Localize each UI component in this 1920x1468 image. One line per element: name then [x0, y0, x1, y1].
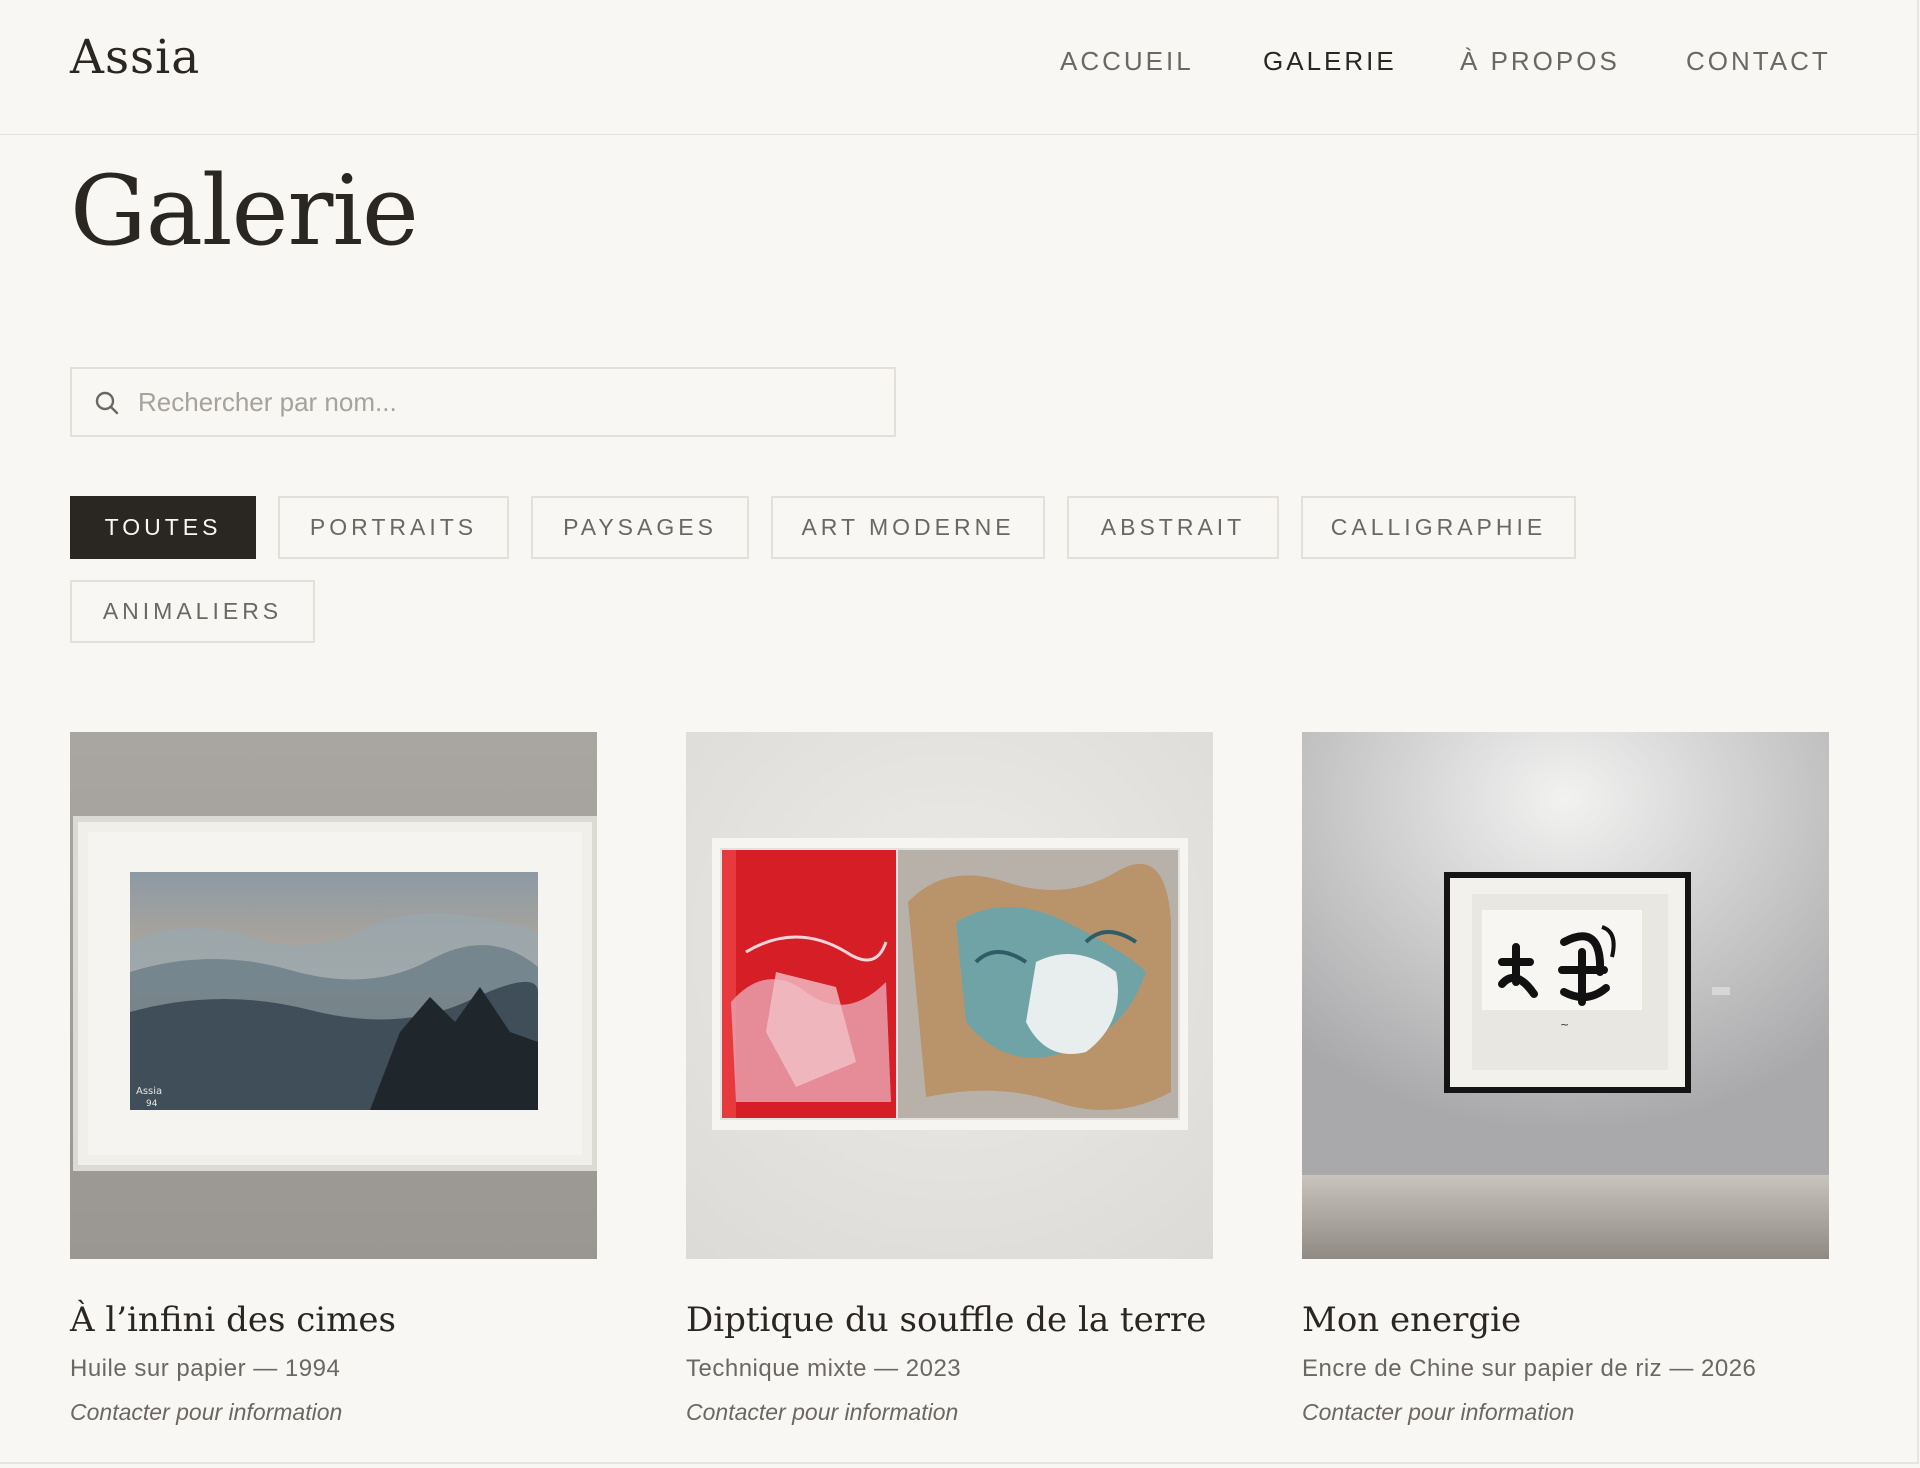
- filter-toutes[interactable]: TOUTES: [70, 496, 256, 559]
- artwork-image-diptych[interactable]: [686, 732, 1213, 1259]
- nav-item-a-propos[interactable]: À PROPOS: [1460, 46, 1620, 77]
- page-title: Galerie: [70, 155, 419, 267]
- main-nav: ACCUEIL GALERIE À PROPOS CONTACT: [0, 46, 1919, 86]
- artwork-title[interactable]: À l’infini des cimes: [70, 1300, 396, 1340]
- artwork-price: Contacter pour information: [1302, 1399, 1575, 1425]
- diptych-painting-icon: [686, 732, 1213, 1259]
- svg-text:94: 94: [146, 1099, 158, 1109]
- filter-animaliers[interactable]: ANIMALIERS: [70, 580, 315, 643]
- artwork-title[interactable]: Diptique du souffle de la terre: [686, 1300, 1206, 1340]
- filter-calligraphie[interactable]: CALLIGRAPHIE: [1301, 496, 1576, 559]
- artwork-title[interactable]: Mon energie: [1302, 1300, 1521, 1340]
- calligraphy-painting-icon: ~: [1302, 732, 1829, 1259]
- nav-item-galerie[interactable]: GALERIE: [1263, 46, 1397, 77]
- search-icon: [95, 391, 119, 415]
- artwork-image-mountain-landscape[interactable]: Assia 94: [70, 732, 597, 1259]
- filter-art-moderne[interactable]: ART MODERNE: [771, 496, 1045, 559]
- nav-item-contact[interactable]: CONTACT: [1686, 46, 1831, 77]
- site-header: Assia ACCUEIL GALERIE À PROPOS CONTACT: [0, 0, 1919, 135]
- artwork-image-calligraphy[interactable]: ~: [1302, 732, 1829, 1259]
- mountain-painting-icon: Assia 94: [70, 732, 597, 1259]
- artwork-meta: Encre de Chine sur papier de riz — 2026: [1302, 1355, 1757, 1382]
- nav-item-accueil[interactable]: ACCUEIL: [1060, 46, 1194, 77]
- filter-paysages[interactable]: PAYSAGES: [531, 496, 749, 559]
- artwork-price: Contacter pour information: [70, 1399, 343, 1425]
- svg-text:~: ~: [1560, 1018, 1569, 1031]
- artwork-meta: Huile sur papier — 1994: [70, 1355, 341, 1382]
- search-box[interactable]: [70, 367, 896, 437]
- artwork-meta: Technique mixte — 2023: [686, 1355, 962, 1382]
- search-input[interactable]: [138, 369, 878, 435]
- svg-text:Assia: Assia: [136, 1086, 162, 1097]
- filter-portraits[interactable]: PORTRAITS: [278, 496, 509, 559]
- artwork-price: Contacter pour information: [686, 1399, 959, 1425]
- filter-abstrait[interactable]: ABSTRAIT: [1067, 496, 1279, 559]
